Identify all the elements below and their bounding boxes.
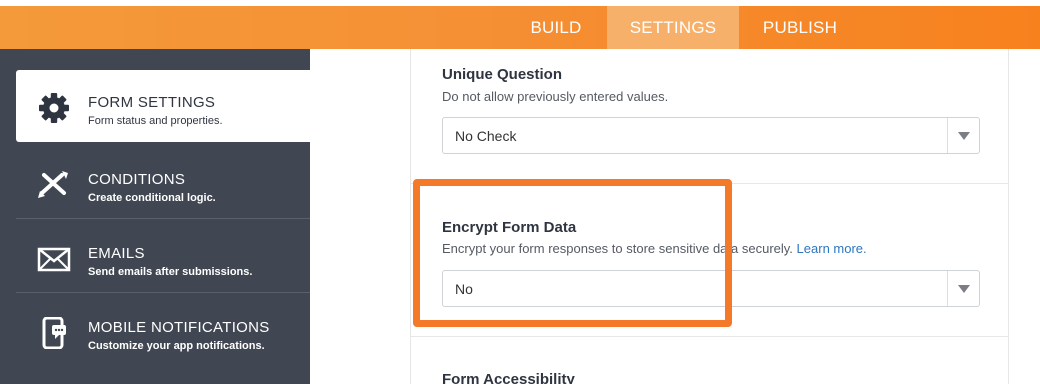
sidebar-item-subtitle: Customize your app notifications. — [88, 340, 265, 352]
section-title: Form Accessibility — [442, 371, 575, 384]
tab-settings[interactable]: SETTINGS — [607, 6, 739, 49]
sidebar-item-title: MOBILE NOTIFICATIONS — [88, 319, 270, 336]
sidebar-item-subtitle: Send emails after submissions. — [88, 266, 253, 278]
select-value: No Check — [455, 128, 517, 144]
sidebar-item-form-settings[interactable]: FORM SETTINGS Form status and properties… — [16, 70, 310, 142]
sidebar-item-title: FORM SETTINGS — [88, 94, 216, 111]
tab-publish[interactable]: PUBLISH — [744, 6, 856, 49]
chevron-down-icon[interactable] — [947, 271, 979, 306]
chevron-down-icon[interactable] — [947, 118, 979, 153]
sidebar-item-emails[interactable]: EMAILS Send emails after submissions. — [16, 221, 310, 293]
sidebar-item-mobile-notifications[interactable]: MOBILE NOTIFICATIONS Customize your app … — [16, 295, 310, 367]
unique-question-select[interactable]: No Check — [442, 117, 980, 154]
mobile-notification-icon — [36, 316, 72, 350]
select-value: No — [455, 281, 473, 297]
section-title: Unique Question — [442, 66, 562, 83]
envelope-icon — [36, 243, 72, 275]
unique-question-section: Unique Question Do not allow previously … — [411, 49, 1008, 184]
settings-sidebar: FORM SETTINGS Form status and properties… — [0, 49, 310, 384]
sidebar-item-title: EMAILS — [88, 245, 145, 262]
section-title: Encrypt Form Data — [442, 219, 577, 236]
settings-content-panel: Unique Question Do not allow previously … — [410, 49, 1009, 384]
description-text: Encrypt your form responses to store sen… — [442, 241, 793, 256]
sidebar-item-subtitle: Form status and properties. — [88, 115, 223, 127]
form-accessibility-section: Form Accessibility — [411, 338, 1008, 384]
gear-icon — [36, 92, 72, 124]
section-description: Encrypt your form responses to store sen… — [442, 241, 867, 256]
sidebar-item-conditions[interactable]: CONDITIONS Create conditional logic. — [16, 147, 310, 219]
section-description: Do not allow previously entered values. — [442, 89, 669, 104]
top-navigation-bar: BUILD SETTINGS PUBLISH — [0, 6, 1040, 49]
sidebar-item-subtitle: Create conditional logic. — [88, 192, 216, 204]
encrypt-form-data-select[interactable]: No — [442, 270, 980, 307]
encrypt-form-data-section: Encrypt Form Data Encrypt your form resp… — [411, 185, 1008, 337]
conditions-icon — [36, 169, 72, 201]
tab-build[interactable]: BUILD — [513, 6, 599, 49]
learn-more-link[interactable]: Learn more. — [797, 241, 867, 256]
sidebar-item-title: CONDITIONS — [88, 171, 186, 188]
